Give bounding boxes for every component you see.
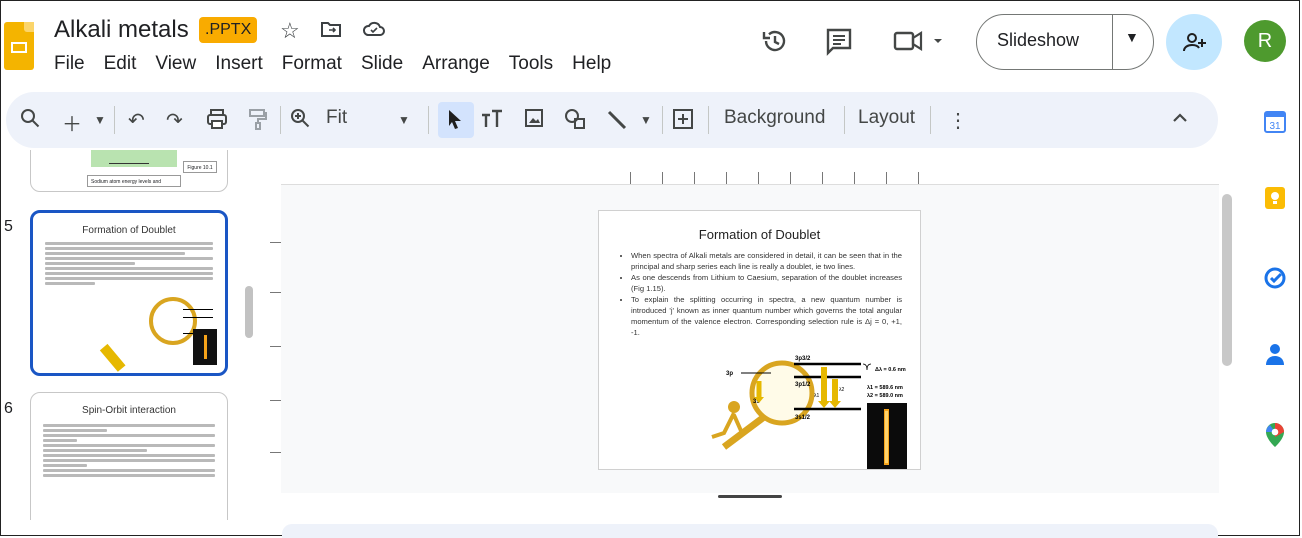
label-lambda2: λ2 = 589.0 nm	[867, 393, 903, 399]
canvas-scrollbar[interactable]	[1222, 194, 1232, 366]
file-type-badge: .PPTX	[199, 17, 258, 43]
share-button[interactable]	[1166, 14, 1222, 70]
label-l2: λ2	[839, 387, 845, 393]
menu-help[interactable]: Help	[572, 53, 611, 75]
menu-edit[interactable]: Edit	[104, 53, 137, 75]
menu-format[interactable]: Format	[282, 53, 342, 75]
redo-icon[interactable]: ↷	[166, 108, 183, 133]
more-options-icon[interactable]: ⋮	[948, 108, 968, 133]
background-button[interactable]: Background	[724, 107, 825, 129]
keep-icon[interactable]	[1262, 186, 1288, 212]
menu-arrange[interactable]: Arrange	[422, 53, 490, 75]
notes-resize-handle[interactable]	[718, 495, 782, 498]
document-title[interactable]: Alkali metals	[54, 16, 189, 44]
label-3p: 3p	[726, 371, 733, 377]
version-history-icon[interactable]	[760, 26, 790, 63]
zoom-level[interactable]: Fit	[326, 107, 347, 129]
search-menus-icon[interactable]	[20, 108, 40, 134]
menu-bar: File Edit View Insert Format Slide Arran…	[54, 53, 630, 75]
paint-format-icon[interactable]	[248, 108, 268, 136]
comments-icon[interactable]	[824, 26, 854, 63]
account-avatar[interactable]: R	[1244, 20, 1286, 62]
undo-icon[interactable]: ↶	[128, 108, 145, 133]
maps-icon[interactable]	[1262, 422, 1288, 448]
bullet-3: To explain the splitting occurring in sp…	[631, 294, 902, 338]
layout-button[interactable]: Layout	[858, 107, 915, 129]
move-folder-icon[interactable]	[320, 18, 342, 46]
slide-page[interactable]: Formation of Doublet When spectra of Alk…	[598, 210, 921, 470]
line-dropdown-icon[interactable]: ▼	[640, 113, 652, 127]
svg-text:31: 31	[1269, 121, 1281, 132]
label-delta-lambda: Δλ = 0.6 nm	[875, 367, 906, 373]
label-l1: λ1	[814, 393, 820, 399]
thumb-caption: Sodium atom energy levels and transition…	[87, 175, 181, 187]
zoom-dropdown-icon[interactable]: ▼	[398, 113, 410, 127]
slide-number-6: 6	[4, 400, 13, 417]
bullet-2: As one descends from Lithium to Caesium,…	[631, 272, 902, 294]
vertical-ruler	[267, 190, 282, 490]
thumb-title: Formation of Doublet	[82, 225, 176, 236]
toolbar: ＋ ▼ ↶ ↷ Fit ▼ ▼ Background Layout ⋮	[6, 92, 1218, 148]
speaker-notes-panel[interactable]	[282, 524, 1218, 538]
menu-file[interactable]: File	[54, 53, 85, 75]
tasks-icon[interactable]	[1262, 266, 1288, 292]
filmstrip: Sodium atom energy levels and transition…	[0, 150, 248, 520]
cloud-status-icon[interactable]	[362, 18, 386, 46]
add-comment-icon[interactable]	[672, 108, 694, 136]
doublet-diagram: 3p 3p3/2 3p1/2 3s1/2 3s λ1 λ2 Δλ = 0.6 n…	[711, 356, 907, 469]
menu-insert[interactable]: Insert	[215, 53, 263, 75]
star-icon[interactable]: ☆	[280, 18, 300, 44]
menu-slide[interactable]: Slide	[361, 53, 403, 75]
print-icon[interactable]	[206, 108, 228, 136]
slides-logo-icon[interactable]	[4, 22, 34, 70]
label-3p12: 3p1/2	[795, 382, 811, 388]
slide-thumbnail-5[interactable]: Formation of Doublet	[30, 210, 228, 376]
new-slide-dropdown-icon[interactable]: ▼	[94, 113, 106, 127]
bullet-1: When spectra of Alkali metals are consid…	[631, 250, 902, 272]
slideshow-label: Slideshow	[997, 30, 1080, 50]
slide-title[interactable]: Formation of Doublet	[599, 227, 920, 242]
label-lambda1: λ1 = 589.6 nm	[867, 385, 903, 391]
thumb-title: Spin-Orbit interaction	[82, 405, 176, 416]
zoom-icon[interactable]	[290, 108, 310, 134]
slideshow-button[interactable]: Slideshow ▼	[976, 14, 1154, 70]
slide-bullets[interactable]: When spectra of Alkali metals are consid…	[599, 250, 920, 338]
line-icon[interactable]	[606, 108, 628, 136]
meet-video-icon[interactable]	[892, 26, 948, 63]
slide-thumbnail-4[interactable]: Sodium atom energy levels and transition…	[30, 150, 228, 192]
collapse-toolbar-icon[interactable]	[1172, 110, 1188, 131]
thumb-figure-label: Figure 10.1	[183, 161, 217, 173]
text-box-icon[interactable]	[480, 108, 504, 136]
label-3p32: 3p3/2	[795, 356, 811, 362]
calendar-icon[interactable]: 31	[1262, 110, 1288, 136]
filmstrip-scrollbar[interactable]	[245, 286, 253, 338]
horizontal-ruler	[600, 172, 920, 184]
contacts-icon[interactable]	[1262, 342, 1288, 368]
new-slide-icon[interactable]: ＋	[62, 108, 82, 137]
label-3s12: 3s1/2	[795, 415, 811, 421]
menu-view[interactable]: View	[155, 53, 196, 75]
menu-tools[interactable]: Tools	[509, 53, 553, 75]
slide-number-5: 5	[4, 218, 13, 235]
shape-icon[interactable]	[564, 108, 586, 136]
insert-image-icon[interactable]	[524, 108, 544, 134]
slideshow-dropdown-icon[interactable]: ▼	[1125, 29, 1139, 45]
select-tool-icon[interactable]	[446, 108, 464, 136]
slide-thumbnail-6[interactable]: Spin-Orbit interaction	[30, 392, 228, 520]
